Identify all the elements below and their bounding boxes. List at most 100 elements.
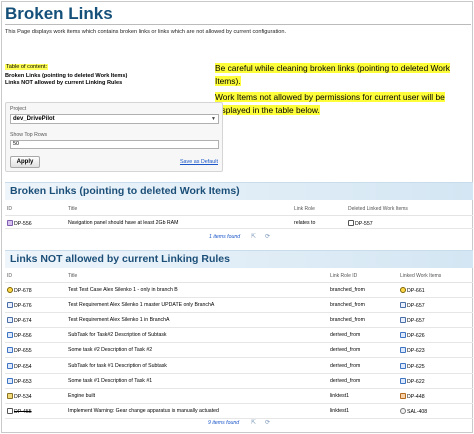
row-linked-item[interactable]: SAL-408 — [407, 409, 427, 415]
table-row[interactable]: DP-656 SubTask for Task#2 Description of … — [5, 328, 473, 344]
col-deleted-linked: Deleted Linked Work Items — [348, 206, 408, 212]
row-link-role-id: linktest1 — [330, 392, 350, 399]
col-link-role-id: Link Role ID — [330, 273, 358, 279]
broken-items-found: 1 items found — [209, 234, 241, 240]
row-title: Navigation panel should have at least 2G… — [68, 220, 179, 226]
rows-label: Show Top Rows — [10, 132, 48, 138]
table-row[interactable]: DP-556 Navigation panel should have at l… — [5, 216, 473, 229]
export-icon[interactable]: ⇱ — [251, 419, 256, 426]
issue-icon — [400, 392, 406, 399]
task-icon — [7, 347, 13, 354]
page-frame: Broken Links This Page displays work ite… — [1, 1, 473, 433]
row-linked-item[interactable]: DP-625 — [407, 364, 425, 370]
row-link-role-id: derived_from — [330, 377, 361, 384]
col-linked-work-items: Linked Work Items — [400, 273, 442, 279]
project-label: Project — [10, 106, 27, 112]
row-id[interactable]: DP-674 — [14, 318, 32, 324]
apply-button[interactable]: Apply — [10, 156, 40, 168]
task-icon — [400, 362, 406, 369]
task-icon — [400, 332, 406, 339]
table-row[interactable]: DP-654 SubTask for task #1 Description of… — [5, 359, 473, 374]
toc-link-broken-links[interactable]: Broken Links (pointing to deleted Work I… — [5, 73, 127, 79]
row-id[interactable]: DP-676 — [14, 303, 32, 309]
row-linked-item[interactable]: DP-622 — [407, 379, 425, 385]
row-linked-item[interactable]: DP-626 — [407, 333, 425, 339]
task-icon — [400, 377, 406, 384]
warning-line-1: Be careful while cleaning broken links (… — [215, 63, 450, 86]
row-link-role-id: derived_from — [330, 362, 361, 369]
col-id: ID — [7, 273, 12, 279]
refresh-icon[interactable]: ⟳ — [265, 419, 270, 426]
task-icon — [400, 347, 406, 354]
row-link-role-id: branched_from — [330, 287, 365, 293]
broken-links-table-header: ID Title Link Role Deleted Linked Work I… — [5, 204, 473, 215]
col-title: Title — [68, 206, 78, 212]
row-linked-item[interactable]: DP-623 — [407, 348, 425, 354]
not-allowed-section-title: Links NOT allowed by current Linking Rul… — [10, 253, 230, 265]
table-row[interactable]: DP-455 Implement Warning: Gear change app… — [5, 404, 473, 419]
build-icon — [7, 392, 13, 399]
row-id[interactable]: DP-556 — [14, 221, 32, 227]
table-row[interactable]: DP-676 Test Requirement Alex Silenko 1 ma… — [5, 298, 473, 314]
row-link-role: relates to — [294, 220, 316, 226]
export-icon[interactable]: ⇱ — [251, 233, 256, 240]
not-allowed-section-header: Links NOT allowed by current Linking Rul… — [5, 250, 473, 268]
row-linked-item[interactable]: DP-657 — [407, 318, 425, 324]
row-linked-item[interactable]: DP-557 — [355, 221, 373, 227]
row-id[interactable]: DP-654 — [14, 364, 32, 370]
document-icon — [7, 407, 13, 414]
row-id[interactable]: DP-678 — [14, 288, 32, 294]
page-description: This Page displays work items which cont… — [5, 29, 287, 35]
task-icon — [7, 362, 13, 369]
document-icon — [348, 220, 354, 226]
row-title: Engine built — [68, 392, 96, 399]
page-title: Broken Links — [5, 4, 113, 23]
project-select[interactable]: dev_DrivePilot ▼ — [10, 114, 219, 124]
col-id: ID — [7, 206, 12, 212]
table-row[interactable]: DP-678 Test Test Case Alex Silenko 1 - on… — [5, 283, 473, 299]
toc-heading: Table of content: — [5, 64, 49, 70]
row-title: SubTask for task #1 Description of Subta… — [68, 362, 167, 369]
save-as-default-link[interactable]: Save as Default — [180, 159, 218, 165]
row-id[interactable]: DP-655 — [14, 348, 32, 354]
row-linked-item[interactable]: DP-661 — [407, 288, 425, 294]
row-id[interactable]: DP-534 — [14, 394, 32, 400]
table-row[interactable]: DP-674 Test Requirement Alex Silenko 1 in… — [5, 313, 473, 329]
row-id[interactable]: DP-653 — [14, 379, 32, 385]
row-id[interactable]: DP-455 — [14, 409, 32, 415]
requirement-icon — [7, 302, 13, 309]
requirement-icon — [400, 317, 406, 324]
row-id[interactable]: DP-656 — [14, 333, 32, 339]
warning-box: Be careful while cleaning broken links (… — [215, 62, 473, 117]
row-title: SubTask for Task#2 Description of Subtas… — [68, 332, 167, 339]
task-icon — [7, 377, 13, 384]
broken-links-section-title: Broken Links (pointing to deleted Work I… — [10, 185, 240, 197]
warning-line-3: displayed in the table below. — [215, 105, 320, 115]
toc-link-not-allowed-links[interactable]: Links NOT allowed by current Linking Rul… — [5, 80, 122, 86]
broken-links-section-header: Broken Links (pointing to deleted Work I… — [5, 182, 473, 200]
row-linked-item[interactable]: DP-448 — [407, 394, 425, 400]
table-row[interactable]: DP-655 Some task #2 Description of Task #… — [5, 343, 473, 359]
table-row[interactable]: DP-653 Some task #1 Description of Task #… — [5, 374, 473, 389]
requirement-icon — [7, 317, 13, 324]
row-title: Some task #2 Description of Task #2 — [68, 347, 153, 354]
row-link-role-id: branched_from — [330, 302, 365, 309]
rows-input[interactable]: 50 — [10, 140, 219, 149]
not-allowed-items-found: 9 items found — [208, 420, 240, 426]
refresh-icon[interactable]: ⟳ — [265, 233, 270, 240]
filter-panel: Project dev_DrivePilot ▼ Show Top Rows 5… — [5, 102, 223, 172]
col-title: Title — [68, 273, 78, 279]
title-divider — [5, 24, 471, 25]
table-row[interactable]: DP-534 Engine built linktest1 DP-448 — [5, 389, 473, 404]
warning-line-2: Work Items not allowed by permissions fo… — [215, 92, 445, 102]
chevron-down-icon: ▼ — [211, 116, 216, 122]
row-title: Test Requirement Alex Silenko 1 master U… — [68, 302, 215, 309]
requirement-icon — [400, 302, 406, 309]
project-select-value: dev_DrivePilot — [13, 116, 55, 122]
row-link-role-id: derived_from — [330, 347, 361, 354]
row-link-role-id: linktest1 — [330, 407, 350, 414]
row-linked-item[interactable]: DP-657 — [407, 303, 425, 309]
col-link-role: Link Role — [294, 206, 315, 212]
row-title: Test Requirement Alex Silenko 1 in Branc… — [68, 317, 170, 324]
row-link-role-id: derived_from — [330, 332, 361, 339]
